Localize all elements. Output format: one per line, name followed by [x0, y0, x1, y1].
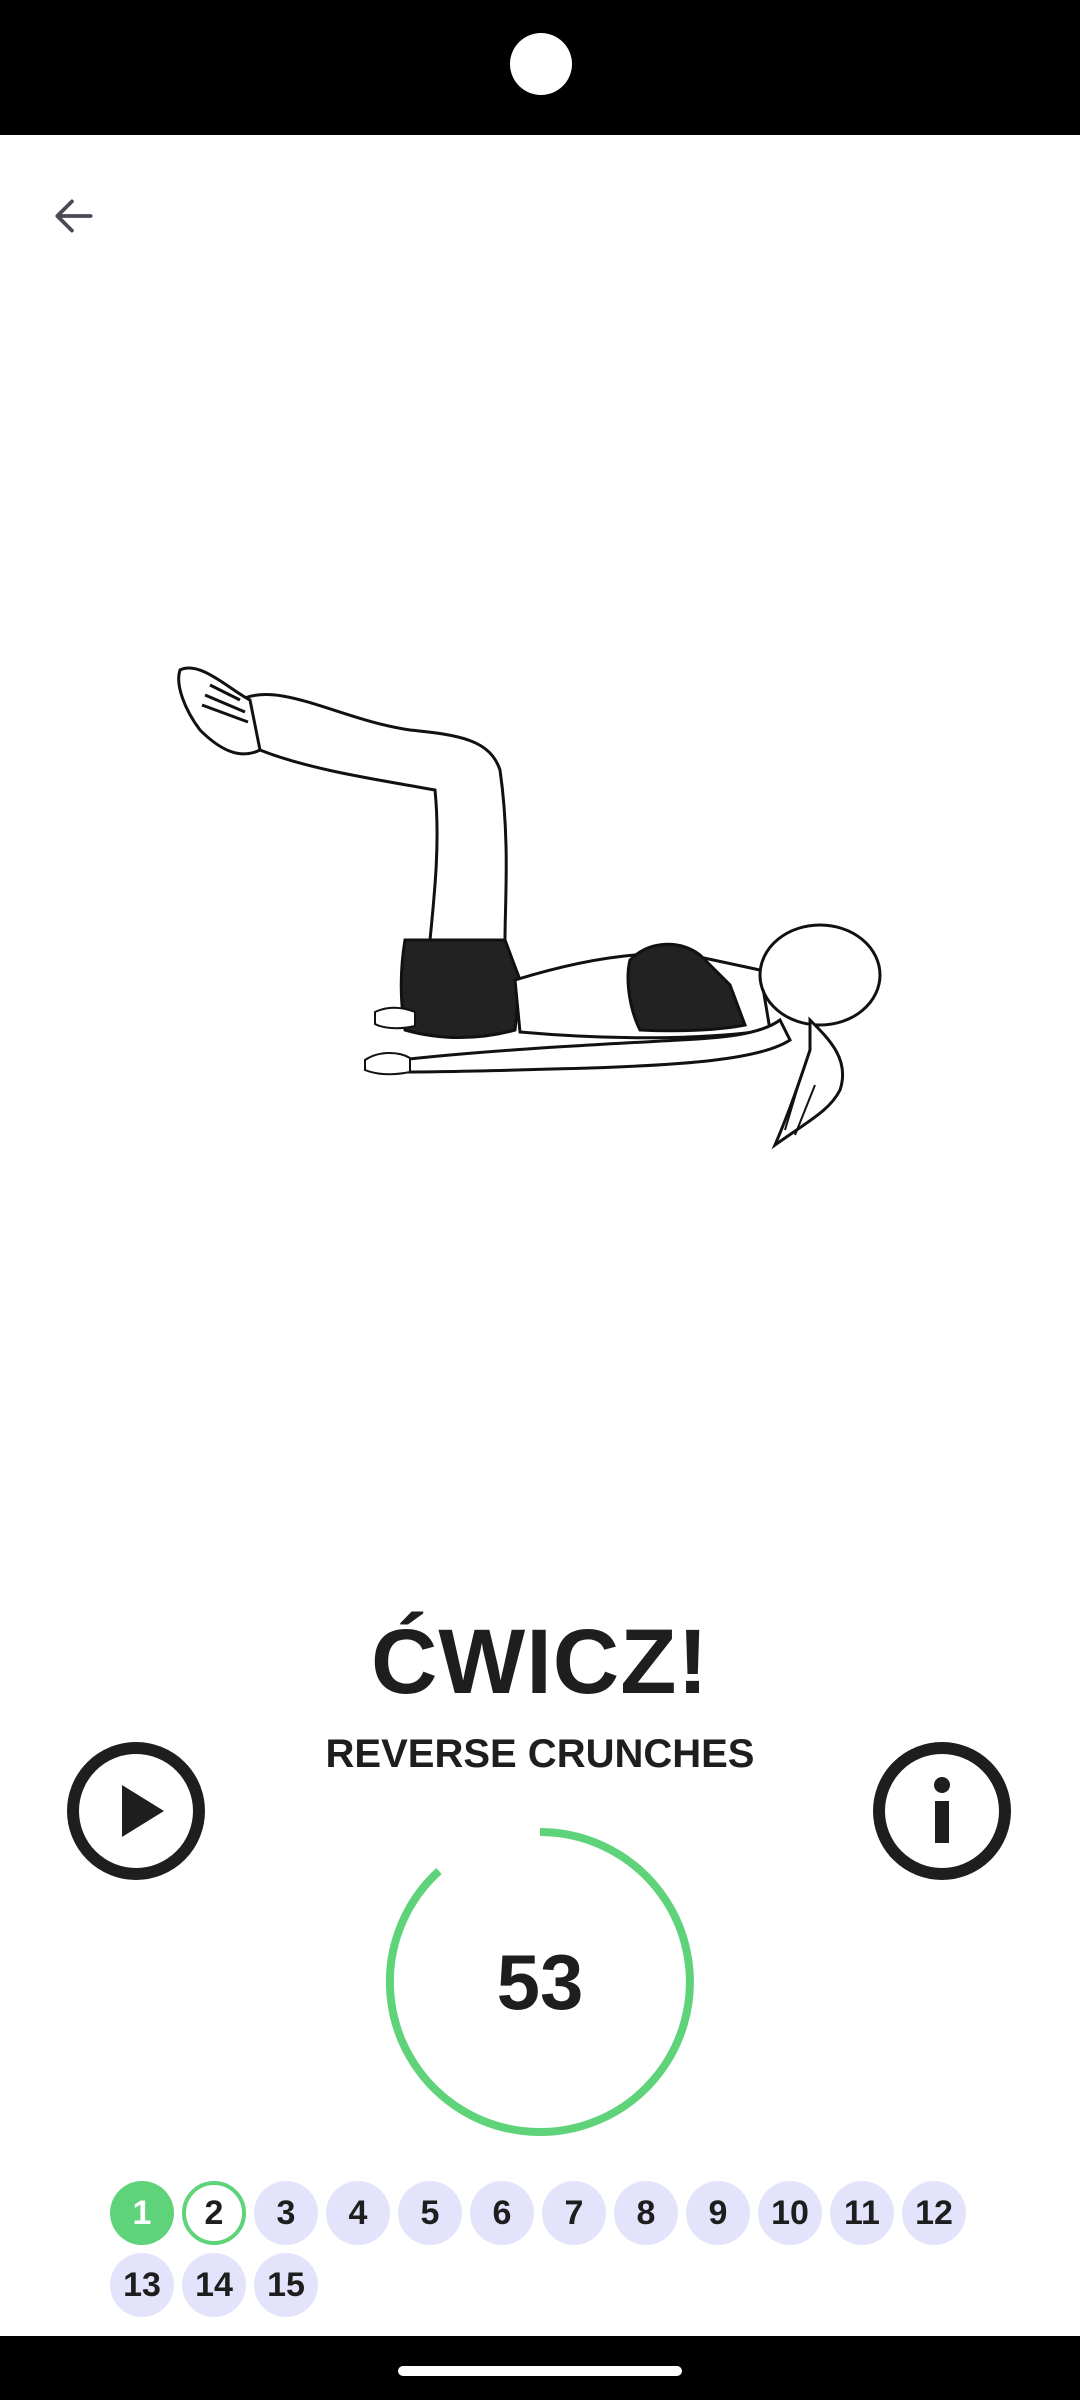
play-icon	[67, 1742, 205, 1880]
step-item[interactable]: 6	[470, 2181, 534, 2245]
step-item[interactable]: 15	[254, 2253, 318, 2317]
step-item[interactable]: 2	[182, 2181, 246, 2245]
step-item[interactable]: 1	[110, 2181, 174, 2245]
top-shape	[626, 942, 748, 1033]
step-item[interactable]: 14	[182, 2253, 246, 2317]
exercise-steps: 1 2 3 4 5 6 7 8 9 10 11 12 13 14 15	[110, 2181, 980, 2317]
exercise-illustration	[177, 666, 882, 1150]
step-item[interactable]: 4	[326, 2181, 390, 2245]
leg-shape	[238, 693, 508, 942]
step-item[interactable]: 3	[254, 2181, 318, 2245]
timer-value: 53	[496, 1937, 584, 2026]
step-item[interactable]: 5	[398, 2181, 462, 2245]
exercise-title: ĆWICZ!	[370, 1611, 710, 1713]
step-item[interactable]: 13	[110, 2253, 174, 2317]
shorts-shape	[399, 938, 522, 1039]
step-item[interactable]: 12	[902, 2181, 966, 2245]
step-item[interactable]: 11	[830, 2181, 894, 2245]
step-item[interactable]: 9	[686, 2181, 750, 2245]
head-shape	[758, 923, 882, 1027]
back-button[interactable]	[38, 180, 110, 252]
arrow-left-icon	[55, 199, 93, 233]
step-item[interactable]: 10	[758, 2181, 822, 2245]
info-icon	[873, 1742, 1011, 1880]
status-bar	[0, 0, 1080, 135]
step-item[interactable]: 7	[542, 2181, 606, 2245]
exercise-screen: ĆWICZ! REVERSE CRUNCHES 53 1 2 3 4 5 6 7 8 9 10 11…	[0, 0, 1080, 2400]
camera-cutout	[510, 33, 572, 95]
step-item[interactable]: 8	[614, 2181, 678, 2245]
play-button[interactable]	[66, 1741, 206, 1881]
info-button[interactable]	[872, 1741, 1012, 1881]
home-indicator[interactable]	[398, 2366, 682, 2376]
